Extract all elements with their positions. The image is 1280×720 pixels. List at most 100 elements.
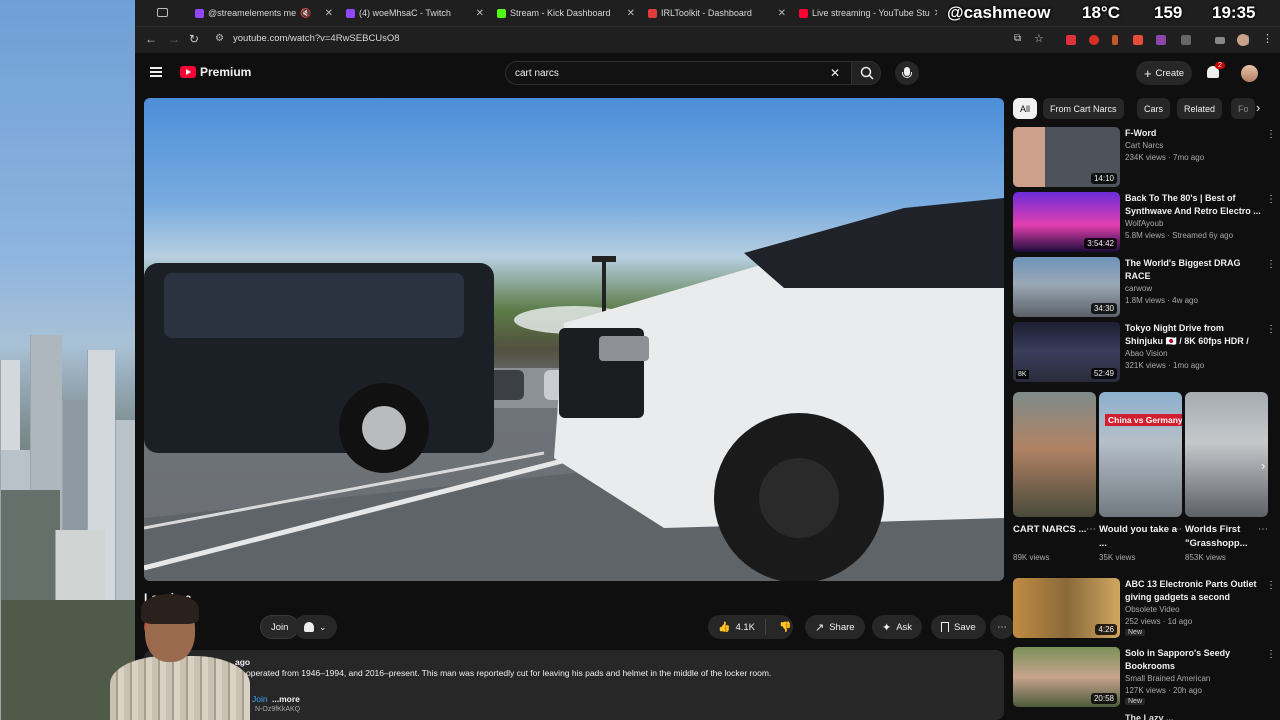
clear-search-icon[interactable]: ✕: [830, 66, 840, 80]
voice-search-button[interactable]: [895, 61, 919, 85]
tab-irltoolkit[interactable]: IRLToolkit - Dashboard ✕: [648, 3, 786, 23]
recommended-video[interactable]: 14:10 F-Word Cart Narcs 234K views · 7mo…: [1013, 127, 1278, 189]
shorts-next-chevron-icon[interactable]: ›: [1261, 458, 1265, 473]
share-button[interactable]: ↗ Share: [805, 615, 865, 639]
tab-close-icon[interactable]: ✕: [476, 8, 484, 19]
forward-icon[interactable]: →: [168, 32, 180, 46]
short-item[interactable]: China vs Germany Would you take a ... 35…: [1099, 392, 1182, 562]
description-link[interactable]: N-Oz9fKkAKQ: [255, 706, 300, 713]
tab-favicon-icon: [497, 8, 506, 18]
short-thumbnail: [1013, 392, 1096, 517]
chip-related[interactable]: Related: [1177, 98, 1223, 119]
description-join-link[interactable]: Join: [252, 694, 268, 704]
subscribe-notifications-button[interactable]: ⌄: [294, 615, 337, 639]
recommended-title: ABC 13 Electronic Parts Outlet giving ga…: [1125, 579, 1257, 602]
description-box[interactable]: ago operated from 1946–1994, and 2016–pr…: [144, 650, 1004, 720]
save-button[interactable]: Save: [931, 615, 986, 639]
install-icon[interactable]: ⧉: [1014, 33, 1021, 44]
chip-all[interactable]: All: [1013, 98, 1038, 119]
back-icon[interactable]: ←: [145, 32, 157, 46]
short-item[interactable]: CART NARCS ... 89K views ⋯: [1013, 392, 1096, 562]
recommended-title: Tokyo Night Drive from Shinjuku 🇯🇵 / 8K …: [1125, 323, 1249, 346]
chip-cars[interactable]: Cars: [1137, 98, 1171, 119]
tab-overview-icon[interactable]: [157, 8, 168, 17]
video-player[interactable]: [144, 98, 1004, 581]
short-thumbnail: [1185, 392, 1268, 517]
extensions-puzzle-icon[interactable]: [1181, 35, 1191, 45]
plus-icon: +: [1143, 65, 1152, 81]
extension-icon[interactable]: [1066, 35, 1076, 45]
recommended-meta: 321K views · 1mo ago: [1125, 361, 1205, 370]
notification-count-badge: 2: [1215, 62, 1225, 69]
extension-icon[interactable]: [1156, 35, 1166, 45]
recommended-meta: 252 views · 1d ago: [1125, 617, 1193, 626]
notification-bell-icon: [304, 622, 314, 632]
create-button[interactable]: + Create: [1136, 61, 1192, 85]
short-item[interactable]: Worlds First "Grasshopp... 853K views ⋯: [1185, 392, 1268, 562]
video-thumbnail: 4:26: [1013, 578, 1120, 638]
tab-close-icon[interactable]: ✕: [778, 8, 786, 19]
like-dislike-group: 👍 4.1K 👎: [708, 615, 793, 639]
url-field[interactable]: youtube.com/watch?v=4RwSEBCUsO8: [233, 33, 400, 44]
profile-avatar-icon[interactable]: [1237, 34, 1249, 46]
video-thumbnail: 20:58: [1013, 647, 1120, 707]
ask-button[interactable]: ✦ Ask: [872, 615, 923, 639]
bookmark-star-icon[interactable]: ☆: [1034, 32, 1044, 45]
extension-icon[interactable]: [1112, 35, 1118, 45]
more-options-icon[interactable]: ⋮: [1266, 129, 1276, 140]
related-filter-chips: All From Cart Narcs Cars Related Fo ›: [1013, 98, 1278, 120]
more-options-icon[interactable]: ⋯: [1172, 524, 1182, 535]
extension-icon[interactable]: [1089, 35, 1099, 45]
extension-icon[interactable]: [1133, 35, 1143, 45]
mute-icon[interactable]: 🔇: [300, 8, 311, 19]
recommended-video[interactable]: 34:30 The World's Biggest DRAG RACE carw…: [1013, 257, 1278, 319]
like-button[interactable]: 👍 4.1K: [708, 619, 766, 635]
video-thumbnail: 34:30: [1013, 257, 1120, 317]
more-options-icon[interactable]: ⋮: [1266, 194, 1276, 205]
recommended-meta: 1.8M views · 4w ago: [1125, 296, 1198, 305]
account-avatar[interactable]: [1241, 65, 1258, 82]
chip-from-cart-narcs[interactable]: From Cart Narcs: [1043, 98, 1124, 119]
short-views: 89K views: [1013, 553, 1050, 562]
tab-label: IRLToolkit - Dashboard: [661, 8, 752, 18]
recommended-title: F-Word: [1125, 128, 1157, 138]
tab-twitch[interactable]: (4) woeMhsaC - Twitch ✕: [346, 3, 484, 23]
recommended-video[interactable]: 20:58 Solo in Sapporo's Seedy Bookrooms …: [1013, 647, 1278, 709]
clock-time: 19:35: [1212, 3, 1256, 22]
address-bar: ← → ↻ ⚙ youtube.com/watch?v=4RwSEBCUsO8 …: [135, 27, 1280, 53]
tab-kick[interactable]: Stream - Kick Dashboard ✕: [497, 3, 635, 23]
duration-badge: 4:26: [1095, 624, 1117, 635]
more-options-icon[interactable]: ⋮: [1266, 580, 1276, 591]
more-options-icon[interactable]: ⋯: [1258, 524, 1268, 535]
recommended-video[interactable]: 4:26 ABC 13 Electronic Parts Outlet givi…: [1013, 578, 1278, 640]
youtube-logo[interactable]: Premium: [180, 65, 251, 79]
search-input[interactable]: cart narcs ✕: [505, 61, 855, 85]
search-icon: [860, 66, 874, 80]
chips-next-chevron-icon[interactable]: ›: [1256, 100, 1260, 115]
recommended-video[interactable]: 8K 52:49 Tokyo Night Drive from Shinjuku…: [1013, 322, 1278, 384]
search-button[interactable]: [851, 61, 881, 85]
browser-menu-icon[interactable]: ⋮: [1262, 32, 1273, 45]
site-info-icon[interactable]: ⚙: [215, 33, 224, 44]
tab-streamelements[interactable]: @streamelements me 🔇 ✕: [195, 3, 333, 23]
tab-close-icon[interactable]: ✕: [325, 8, 333, 19]
youtube-play-icon: [180, 66, 196, 78]
chip-partial[interactable]: Fo: [1231, 98, 1255, 119]
more-actions-button[interactable]: ⋯: [990, 615, 1014, 639]
description-more-link[interactable]: ...more: [272, 694, 300, 704]
tab-close-icon[interactable]: ✕: [627, 8, 635, 19]
duration-badge: 20:58: [1090, 693, 1117, 704]
more-options-icon[interactable]: ⋮: [1266, 259, 1276, 270]
more-options-icon[interactable]: ⋯: [1086, 524, 1096, 535]
description-text: operated from 1946–1994, and 2016–presen…: [246, 668, 772, 678]
tab-close-icon[interactable]: ✕: [934, 8, 937, 19]
like-count: 4.1K: [735, 621, 755, 633]
more-options-icon[interactable]: ⋮: [1266, 324, 1276, 335]
more-options-icon[interactable]: ⋮: [1266, 649, 1276, 660]
tab-youtube-studio[interactable]: Live streaming - YouTube Stu ✕: [799, 3, 937, 23]
media-control-icon[interactable]: [1215, 37, 1225, 44]
reload-icon[interactable]: ↻: [189, 32, 199, 46]
dislike-button[interactable]: 👎: [771, 622, 799, 633]
hamburger-menu-icon[interactable]: [150, 67, 162, 77]
recommended-video[interactable]: 3:54:42 Back To The 80's | Best of Synth…: [1013, 192, 1278, 254]
